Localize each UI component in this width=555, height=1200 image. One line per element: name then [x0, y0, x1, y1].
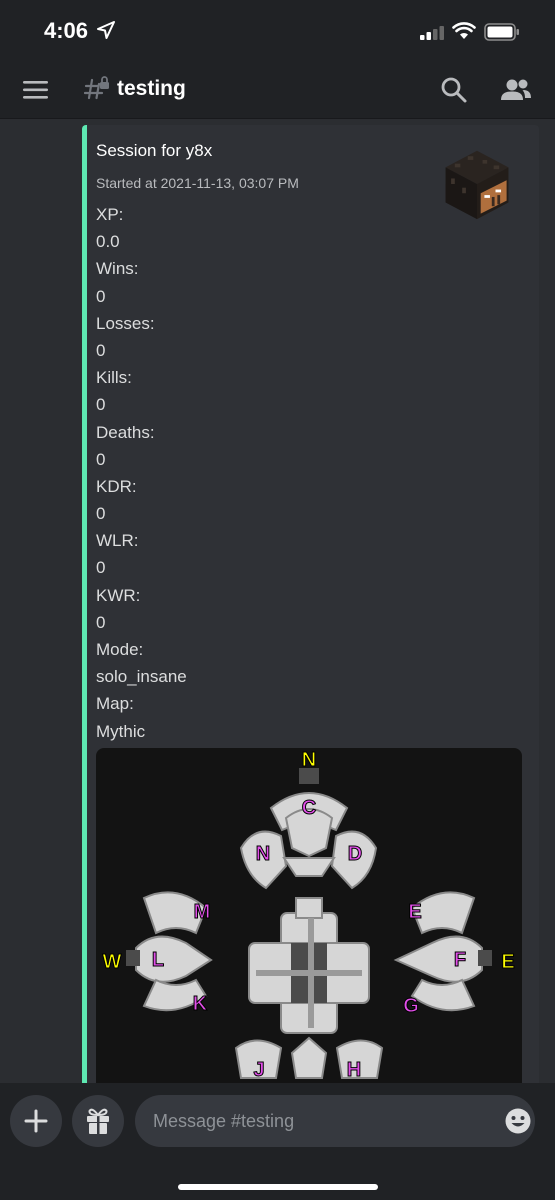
- island-label-d: D: [348, 843, 362, 865]
- channel-title: testing: [117, 77, 186, 100]
- compass-west-label: W: [103, 951, 122, 973]
- field-name-wlr: WLR:: [96, 531, 139, 551]
- embed-fields: XP: 0.0 Wins: 0 Losses: 0 Kills: 0 Death…: [96, 201, 187, 745]
- island-label-j: J: [253, 1059, 264, 1081]
- island-label-e: E: [408, 901, 421, 923]
- island-label-m: M: [194, 901, 211, 923]
- status-time: 4:06: [44, 18, 89, 43]
- location-arrow-icon: [97, 21, 115, 39]
- field-name-wins: Wins:: [96, 259, 139, 279]
- session-embed: Session for y8x Started at 2021-11-13, 0…: [82, 125, 539, 1083]
- field-value-wins: 0: [96, 286, 106, 306]
- compass-east-label: E: [501, 951, 514, 973]
- message-input[interactable]: [135, 1095, 535, 1147]
- field-name-kills: Kills:: [96, 368, 132, 388]
- island-label-l: L: [152, 949, 164, 971]
- gift-nitro-button[interactable]: [72, 1095, 124, 1147]
- status-bar: 4:06: [0, 0, 555, 62]
- gift-icon: [87, 1108, 109, 1134]
- island-label-f: F: [454, 949, 466, 971]
- field-value-kills: 0: [96, 395, 106, 415]
- field-value-kdr: 0: [96, 504, 106, 524]
- field-value-deaths: 0: [96, 449, 106, 469]
- wifi-icon: [452, 22, 476, 39]
- locked-channel-hash-icon: [84, 76, 109, 100]
- field-value-losses: 0: [96, 340, 106, 360]
- hamburger-icon[interactable]: [22, 79, 50, 101]
- add-attachment-button[interactable]: [10, 1095, 62, 1147]
- message-list[interactable]: Session for y8x Started at 2021-11-13, 0…: [0, 119, 555, 1083]
- field-name-kwr: KWR:: [96, 585, 141, 605]
- field-name-losses: Losses:: [96, 313, 155, 333]
- members-icon[interactable]: [499, 76, 533, 104]
- island-label-h: H: [347, 1059, 361, 1081]
- battery-icon: [484, 23, 519, 41]
- field-value-xp: 0.0: [96, 232, 120, 252]
- home-indicator: [178, 1184, 378, 1190]
- compass-north-label: N: [302, 749, 316, 771]
- signal-icon: [420, 26, 444, 40]
- island-label-n: N: [256, 843, 270, 865]
- embed-accent-bar: [82, 125, 87, 1083]
- player-head-thumbnail[interactable]: [440, 147, 514, 221]
- field-value-kwr: 0: [96, 612, 106, 632]
- map-image[interactable]: N W E C N D M L K E F G J H: [96, 748, 522, 1083]
- field-name-xp: XP:: [96, 205, 124, 224]
- field-value-map: Mythic: [96, 721, 146, 741]
- field-name-map: Map:: [96, 694, 134, 714]
- island-label-g: G: [403, 995, 419, 1017]
- field-name-deaths: Deaths:: [96, 422, 155, 442]
- field-value-wlr: 0: [96, 558, 106, 578]
- field-name-mode: Mode:: [96, 640, 144, 659]
- channel-header: testing: [0, 62, 555, 119]
- field-value-mode: solo_insane: [96, 667, 187, 687]
- island-label-k: K: [193, 993, 208, 1015]
- emoji-icon[interactable]: [504, 1107, 532, 1135]
- field-name-kdr: KDR:: [96, 476, 137, 496]
- composer-bar: [0, 1083, 555, 1200]
- plus-icon: [24, 1109, 48, 1133]
- embed-title: Session for y8x: [96, 141, 213, 160]
- search-icon[interactable]: [440, 76, 468, 104]
- embed-subtitle: Started at 2021-11-13, 03:07 PM: [96, 175, 299, 191]
- mythic-map-graphic: N W E C N D M L K E F G J H: [102, 749, 515, 1082]
- island-label-c: C: [302, 797, 316, 819]
